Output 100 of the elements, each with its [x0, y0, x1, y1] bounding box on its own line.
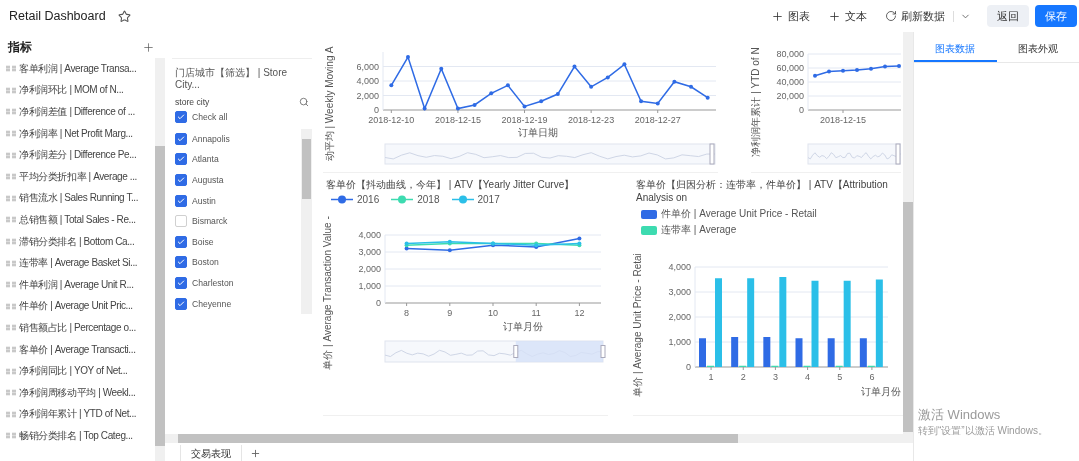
scrollbar[interactable] — [301, 128, 312, 314]
legend-item[interactable]: 件单价 | Average Unit Price - Retail — [641, 207, 817, 221]
refresh-button[interactable]: 刷新数据 — [885, 8, 945, 24]
axis-title: 单价 | Average Unit Price - Retai — [633, 253, 643, 397]
axis-tick-label: 2 — [740, 372, 746, 382]
scrollbar[interactable] — [155, 58, 165, 461]
option-label[interactable]: Augusta — [192, 175, 224, 186]
check-icon — [177, 155, 185, 164]
axis-tick-label: 60,000 — [776, 63, 804, 73]
axis-tick-label: 0 — [799, 105, 804, 115]
metric-item[interactable]: 畅销分类排名 | Top Categ... — [19, 428, 133, 443]
metric-icon — [6, 346, 16, 353]
axis-tick-label: 0 — [374, 105, 379, 115]
range-slider[interactable] — [807, 143, 901, 165]
option-label[interactable]: Annapolis — [192, 133, 230, 144]
axis-tick-label: 2,000 — [356, 90, 379, 101]
metric-item[interactable]: 客单价 | Average Transacti... — [19, 342, 136, 357]
option-label[interactable]: Cheyenne — [192, 298, 232, 309]
field-label: store city — [175, 97, 210, 107]
option-label[interactable]: Austin — [192, 195, 216, 206]
axis-tick-label: 3,000 — [668, 287, 691, 297]
add-icon[interactable] — [250, 447, 261, 459]
axis-tick-label: 3 — [772, 372, 778, 382]
option-label[interactable]: Bismarck — [192, 216, 228, 227]
metric-item[interactable]: 净利润差值 | Difference of ... — [19, 105, 135, 119]
scrollbar[interactable] — [165, 434, 913, 443]
legend-item[interactable]: 2017 — [451, 194, 500, 205]
filter-title: 门店城市【筛选】 | Store City... — [175, 67, 289, 91]
chart-title: 客单价【归因分析：连带率，件单价】 | ATV【Attribution Analysis on — [635, 178, 889, 204]
add-button[interactable]: 图表 — [771, 8, 810, 24]
metric-item[interactable]: 净利润差分 | Difference Pe... — [19, 148, 137, 163]
metric-item[interactable]: 客单利润 | Average Transa... — [19, 61, 137, 76]
checkbox[interactable] — [175, 297, 187, 310]
check-icon — [177, 113, 185, 122]
option-label[interactable]: Atlanta — [192, 154, 219, 165]
axis-tick-label: 2,000 — [668, 312, 691, 322]
axis-tick-label: 1,000 — [358, 281, 381, 291]
checkbox[interactable] — [175, 132, 187, 145]
metric-item[interactable]: 销售额占比 | Percentage o... — [19, 320, 136, 335]
dashboard-title: Retail Dashboard — [9, 9, 106, 23]
checkbox[interactable] — [175, 235, 187, 248]
metric-item[interactable]: 净利润率 | Net Profit Marg... — [19, 126, 133, 141]
metric-item[interactable]: 件单利润 | Average Unit R... — [19, 277, 134, 292]
axis-title: 单价 | Average Transaction Value - — [323, 216, 333, 370]
back-button[interactable]: 返回 — [987, 5, 1029, 27]
axis-tick-label: 2018-12-23 — [568, 115, 615, 125]
metric-item[interactable]: 平均分类折扣率 | Average ... — [19, 169, 137, 184]
metric-icon — [6, 302, 16, 310]
chart-title: 客单价【抖动曲线，今年】 | ATV【Yearly Jitter Curve】 — [325, 178, 576, 191]
option-label[interactable]: Boston — [192, 257, 219, 268]
option-label[interactable]: Boise — [192, 236, 214, 247]
axis-title: 订单月份 — [503, 321, 543, 332]
metric-item[interactable]: 连带率 | Average Basket Si... — [19, 256, 138, 271]
axis-title: 净利润年累计 | YTD of N — [751, 47, 761, 157]
metric-item[interactable]: 净利润环比 | MOM of N... — [19, 83, 124, 98]
metric-icon — [6, 65, 16, 73]
panel-tab[interactable]: 图表外观 — [996, 38, 1079, 62]
range-slider[interactable] — [384, 143, 716, 165]
axis-tick-label: 5 — [837, 372, 843, 382]
checkbox[interactable] — [175, 277, 187, 290]
checkbox[interactable] — [175, 194, 187, 207]
metric-icon — [6, 216, 16, 224]
axis-tick-label: 8 — [404, 308, 410, 318]
plus-icon — [771, 9, 784, 23]
activation-text: 转到“设置”以激活 Windows。 — [918, 424, 1048, 438]
legend-item[interactable]: 2016 — [331, 194, 380, 205]
axis-tick-label: 1,000 — [668, 337, 691, 347]
sheet-tab[interactable]: 交易表现 — [180, 445, 242, 461]
save-button[interactable]: 保存 — [1035, 5, 1077, 27]
metric-icon — [6, 367, 16, 375]
search-icon[interactable] — [299, 97, 309, 107]
metric-item[interactable]: 件单价 | Average Unit Pric... — [19, 299, 133, 314]
metric-icon — [6, 238, 16, 246]
legend-item[interactable]: 连带率 | Average — [641, 223, 737, 237]
add-button[interactable]: 文本 — [828, 8, 867, 24]
axis-tick-label: 4,000 — [358, 230, 381, 240]
range-slider[interactable] — [384, 340, 606, 363]
checkbox[interactable] — [175, 174, 187, 187]
metric-item[interactable]: 净利润年累计 | YTD of Net... — [19, 407, 137, 422]
metric-item[interactable]: 净利润同比 | YOY of Net... — [19, 364, 128, 379]
scrollbar[interactable] — [903, 32, 913, 434]
metric-icon — [6, 410, 16, 418]
check-icon — [177, 237, 185, 246]
checkbox[interactable] — [175, 256, 187, 269]
metric-item[interactable]: 滞销分类排名 | Bottom Ca... — [19, 234, 135, 249]
legend-item[interactable]: 2018 — [391, 194, 440, 205]
metric-icon — [6, 130, 16, 138]
metric-item[interactable]: 净利润周移动平均 | Weekl... — [19, 385, 136, 400]
option-label[interactable]: Charleston — [192, 278, 234, 289]
option-label[interactable]: Check all — [192, 112, 228, 123]
axis-tick-label: 6,000 — [356, 61, 379, 72]
checkbox[interactable] — [175, 111, 187, 124]
add-icon[interactable] — [142, 40, 155, 54]
star-icon[interactable] — [117, 9, 131, 23]
checkbox[interactable] — [175, 153, 187, 166]
panel-tab[interactable]: 图表数据 — [914, 38, 997, 62]
metric-item[interactable]: 销售流水 | Sales Running T... — [19, 191, 139, 206]
check-icon — [177, 258, 185, 267]
metric-item[interactable]: 总销售额 | Total Sales - Re... — [19, 212, 136, 227]
axis-tick-label: 80,000 — [776, 49, 804, 59]
